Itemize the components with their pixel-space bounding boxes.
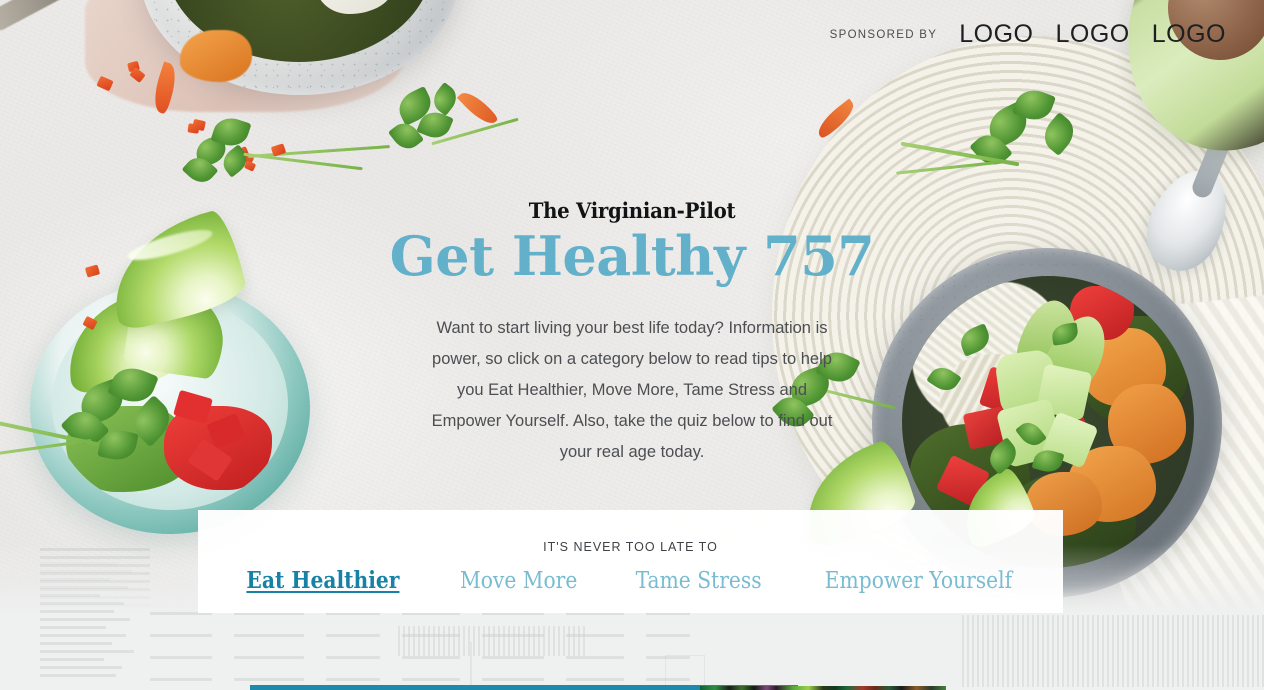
nav-link-move-more[interactable]: Move More (460, 568, 577, 594)
nav-kicker-label: IT'S NEVER TOO LATE TO (543, 540, 718, 554)
sponsor-logo-3[interactable]: LOGO (1152, 20, 1226, 49)
page-title: Get Healthy 757 (389, 224, 875, 288)
category-nav-panel: IT'S NEVER TOO LATE TO Eat Healthier Mov… (198, 510, 1063, 613)
publication-masthead: The Virginian-Pilot (528, 198, 736, 223)
hero-description: Want to start living your best life toda… (431, 319, 833, 461)
sweet-potato-top-left (180, 30, 252, 82)
sponsor-logo-1[interactable]: LOGO (959, 20, 1033, 49)
sponsor-logo-2[interactable]: LOGO (1056, 20, 1130, 49)
faint-chart-outline (470, 642, 690, 690)
nav-link-tame-stress[interactable]: Tame Stress (636, 568, 762, 594)
nav-link-eat-healthier[interactable]: Eat Healthier (246, 567, 399, 594)
hero-text-block: The Virginian-Pilot Get Healthy 757 Want… (0, 198, 1264, 468)
sponsor-row: SPONSORED BY LOGO LOGO LOGO (830, 20, 1226, 49)
faint-dense-block-right (962, 615, 1264, 687)
hero-fade-content-hint (40, 548, 150, 614)
sponsored-by-label: SPONSORED BY (829, 28, 938, 41)
article-thumbnail-strip (700, 686, 946, 690)
category-nav-links: Eat Healthier Move More Tame Stress Empo… (198, 567, 1063, 594)
nav-link-empower-yourself[interactable]: Empower Yourself (825, 568, 1012, 594)
